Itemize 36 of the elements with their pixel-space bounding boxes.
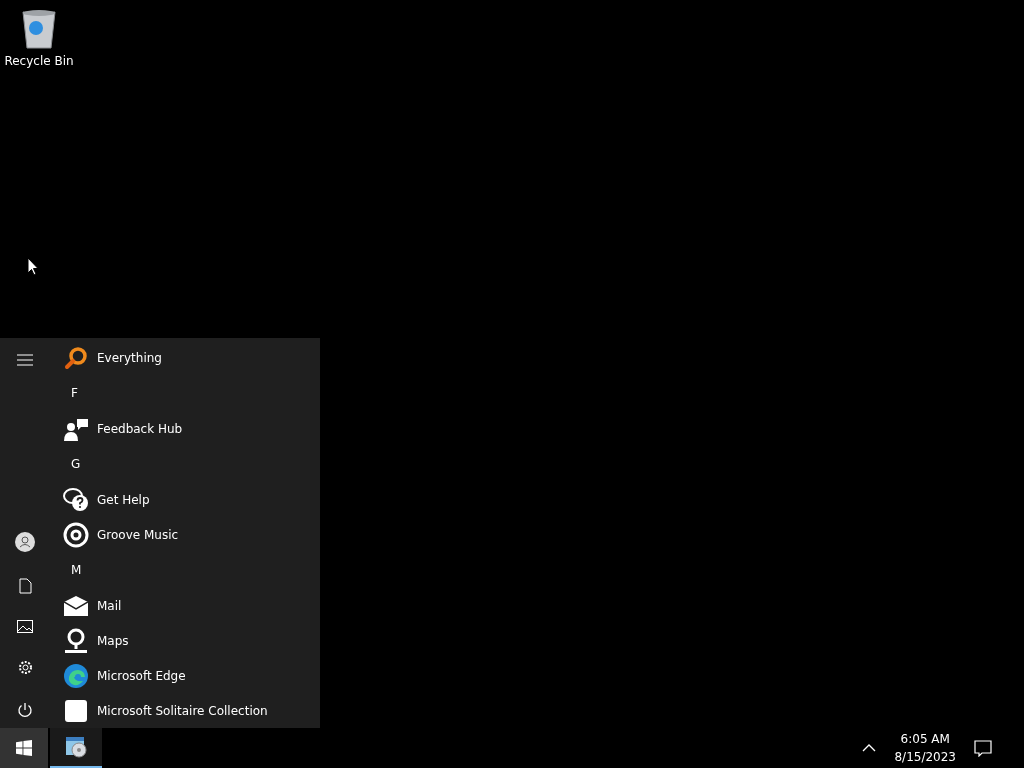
clock[interactable]: 6:05 AM 8/15/2023	[888, 730, 962, 766]
app-list-item[interactable]: Groove Music	[50, 517, 320, 552]
app-list-item[interactable]: Mail	[50, 588, 320, 623]
document-icon[interactable]	[18, 578, 32, 594]
menu-icon[interactable]	[17, 354, 33, 366]
app-list-item[interactable]: Get Help	[50, 482, 320, 517]
app-list-item[interactable]: Everything	[50, 340, 320, 375]
user-avatar-icon[interactable]	[15, 532, 35, 552]
settings-icon[interactable]	[16, 659, 34, 676]
letter-header[interactable]: M	[71, 563, 82, 577]
app-list-item[interactable]: Microsoft Edge	[50, 658, 320, 693]
notification-icon[interactable]	[974, 739, 992, 757]
letter-header[interactable]: F	[71, 386, 78, 400]
magnifier-icon	[64, 345, 88, 370]
windows-logo-icon	[16, 740, 32, 756]
mouse-pointer-icon	[27, 257, 39, 276]
disc-window-icon	[64, 735, 88, 759]
letter-header[interactable]: G	[71, 457, 81, 471]
question-bubbles-icon	[63, 486, 89, 513]
power-icon[interactable]	[17, 702, 33, 718]
desktop-icon-label[interactable]: Recycle Bin	[4, 54, 74, 68]
picture-icon[interactable]	[17, 620, 33, 633]
app-list-item[interactable]: Microsoft Solitaire Collection	[50, 693, 320, 728]
map-pin-icon	[64, 627, 88, 654]
person-speech-icon	[64, 416, 88, 441]
envelope-icon	[64, 595, 88, 616]
disc-icon	[63, 521, 89, 548]
app-list-item[interactable]: Feedback Hub	[50, 411, 320, 446]
wave-logo-icon	[63, 662, 89, 689]
recycle-bin-icon	[19, 8, 59, 50]
chevron-up-icon[interactable]	[862, 744, 877, 752]
date-text: 8/15/2023	[894, 749, 956, 766]
start-button[interactable]	[0, 728, 48, 768]
taskbar-app-button[interactable]	[50, 728, 102, 768]
app-list-item[interactable]: Maps	[50, 623, 320, 658]
time-text: 6:05 AM	[900, 731, 950, 748]
